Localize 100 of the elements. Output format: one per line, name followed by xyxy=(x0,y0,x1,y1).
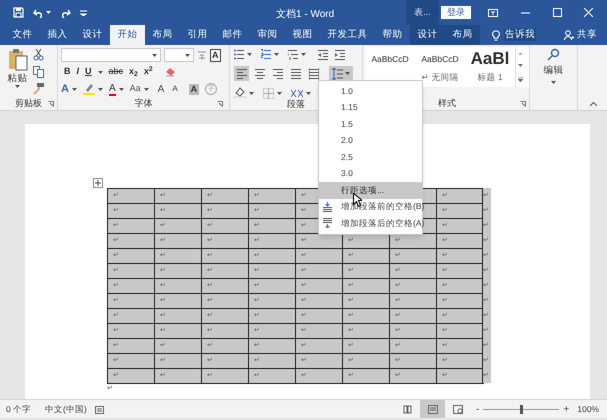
font-size-field[interactable] xyxy=(164,48,194,62)
ribbon-tab[interactable]: 布局 xyxy=(145,25,180,45)
dialog-launcher-icon[interactable] xyxy=(520,101,526,107)
align-center-button[interactable] xyxy=(252,66,267,81)
highlighter-icon[interactable] xyxy=(82,83,95,95)
save-icon[interactable] xyxy=(13,7,24,18)
menu-item[interactable]: 1.0 xyxy=(319,83,422,100)
caret-icon[interactable] xyxy=(144,88,149,90)
caret-icon[interactable] xyxy=(46,11,51,14)
share-button[interactable]: 共享 xyxy=(564,25,607,45)
caret-icon[interactable] xyxy=(247,53,252,56)
caret-icon[interactable] xyxy=(277,92,282,94)
menu-item[interactable]: 增加段落后的空格(A) xyxy=(319,215,422,232)
character-shading-button[interactable]: A xyxy=(188,84,200,94)
caret-icon[interactable] xyxy=(301,53,306,56)
menu-item[interactable]: 3.0 xyxy=(319,166,422,182)
paste-button[interactable]: 粘贴 xyxy=(0,48,33,98)
ribbon-tab[interactable]: 帮助 xyxy=(375,25,410,45)
close-icon[interactable] xyxy=(584,8,593,17)
asian-layout-button[interactable] xyxy=(291,88,303,98)
character-border-button[interactable]: A xyxy=(210,48,220,62)
scroll-down-icon[interactable] xyxy=(518,64,523,68)
zoom-out-button[interactable]: - xyxy=(476,402,480,416)
collapse-ribbon-icon[interactable] xyxy=(590,102,597,106)
decrease-indent-button[interactable] xyxy=(318,49,328,60)
customize-icon[interactable] xyxy=(80,10,87,16)
ribbon-tab[interactable]: 引用 xyxy=(180,25,215,45)
caret-icon[interactable] xyxy=(15,85,20,88)
align-justify-button[interactable] xyxy=(288,66,303,81)
align-distributed-button[interactable] xyxy=(306,66,321,81)
phonetic-guide-button[interactable] xyxy=(197,50,207,60)
caret-icon[interactable] xyxy=(274,53,279,56)
menu-item[interactable]: 2.5 xyxy=(319,149,422,166)
increase-indent-button[interactable] xyxy=(335,49,345,60)
style-preview[interactable]: AaBbCcD xyxy=(371,47,409,71)
tell-me-field[interactable]: 告诉我 xyxy=(504,29,536,41)
language-indicator[interactable]: 中文(中国) xyxy=(45,402,95,416)
shading-button[interactable] xyxy=(234,87,246,99)
eraser-icon[interactable] xyxy=(164,67,176,77)
ribbon-tab[interactable]: 设计 xyxy=(75,25,110,45)
word-count[interactable]: 0 个字 xyxy=(0,402,45,416)
ribbon-tab[interactable]: 审阅 xyxy=(250,25,285,45)
grow-font-button[interactable]: A xyxy=(158,82,164,96)
undo-icon[interactable] xyxy=(33,8,44,18)
format-button[interactable]: x$^{2}$ xyxy=(144,65,153,79)
slider-thumb[interactable] xyxy=(520,404,523,414)
zoom-in-button[interactable]: + xyxy=(563,402,570,416)
dialog-launcher-icon[interactable] xyxy=(48,101,54,107)
style-preview[interactable]: AaBbCcD xyxy=(421,47,459,71)
print-view-button[interactable] xyxy=(420,400,446,418)
ribbon-tab[interactable]: 视图 xyxy=(285,25,320,45)
caret-icon[interactable] xyxy=(98,88,103,90)
font-name-field[interactable] xyxy=(61,48,161,62)
caret-icon[interactable] xyxy=(185,54,190,56)
caret-icon[interactable] xyxy=(152,54,157,56)
caret-icon[interactable] xyxy=(118,88,124,90)
bullets-button[interactable] xyxy=(234,49,244,60)
ribbon-tab[interactable]: 文件 xyxy=(5,25,40,45)
caret-icon[interactable] xyxy=(98,70,103,74)
more-styles-icon[interactable] xyxy=(518,77,523,82)
numbering-button[interactable] xyxy=(261,49,271,60)
ribbon-tab[interactable]: 开发工具 xyxy=(320,25,375,45)
macro-recording-icon[interactable] xyxy=(95,404,104,414)
style-preview[interactable]: AaBl xyxy=(470,47,510,71)
ribbon-tab[interactable]: 插入 xyxy=(40,25,75,45)
format-button[interactable]: abc xyxy=(108,65,124,79)
caret-icon[interactable] xyxy=(249,92,254,94)
ribbon-tab[interactable]: 邮件 xyxy=(215,25,250,45)
caret-icon[interactable] xyxy=(72,88,77,90)
format-button[interactable]: B xyxy=(64,65,70,79)
format-painter-button[interactable] xyxy=(33,83,44,95)
text-effect-button[interactable]: A xyxy=(61,80,69,98)
cut-button[interactable] xyxy=(33,49,44,61)
dialog-launcher-icon[interactable] xyxy=(217,101,223,107)
caret-icon[interactable] xyxy=(306,92,311,94)
multilevel-list-button[interactable] xyxy=(288,49,298,60)
align-right-button[interactable] xyxy=(270,66,285,81)
line-spacing-button[interactable] xyxy=(329,66,353,81)
ribbon-display-icon[interactable] xyxy=(488,8,498,16)
maximize-icon[interactable] xyxy=(553,8,562,17)
ribbon-tab[interactable]: 开始 xyxy=(110,25,145,45)
align-left-button[interactable] xyxy=(234,66,249,81)
ribbon-tab[interactable]: 布局 xyxy=(445,25,480,45)
menu-item[interactable]: 行距选项... xyxy=(319,182,422,198)
copy-button[interactable] xyxy=(33,66,44,78)
menu-item[interactable]: 1.5 xyxy=(319,116,422,132)
editing-button[interactable]: 编辑 xyxy=(530,45,577,84)
zoom-percent[interactable]: 100% xyxy=(577,402,607,416)
menu-item[interactable]: 1.15 xyxy=(319,100,422,116)
font-color-button[interactable]: A xyxy=(108,82,116,96)
menu-item[interactable]: 2.0 xyxy=(319,132,422,149)
change-case-button[interactable]: Aa xyxy=(130,82,141,96)
format-button[interactable]: x$_{2}$ xyxy=(129,65,138,79)
sign-in-button[interactable]: 登录 xyxy=(441,6,471,19)
format-button[interactable]: I xyxy=(76,65,80,79)
shrink-font-button[interactable]: A xyxy=(172,83,178,95)
ribbon-tab[interactable]: 设计 xyxy=(410,25,445,45)
redo-icon[interactable] xyxy=(60,8,71,18)
format-button[interactable]: U xyxy=(85,65,92,79)
zoom-slider[interactable] xyxy=(483,404,560,414)
